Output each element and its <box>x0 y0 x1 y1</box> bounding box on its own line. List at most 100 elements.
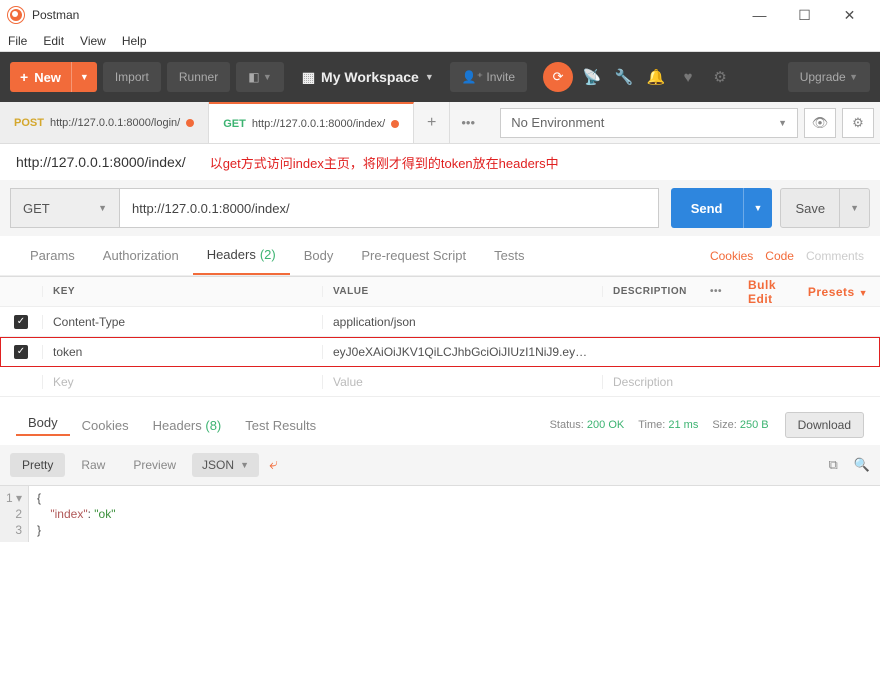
tab-url: http://127.0.0.1:8000/login/ <box>50 117 180 129</box>
headers-table: KEY VALUE DESCRIPTION ••• Bulk Edit Pres… <box>0 276 880 397</box>
cell-description-placeholder[interactable]: Description <box>602 375 880 389</box>
save-dropdown[interactable]: ▼ <box>839 189 869 227</box>
new-tab-button[interactable]: + <box>414 102 450 143</box>
line-gutter: 1 ▾23 <box>0 486 29 542</box>
environment-selector[interactable]: No Environment ▼ <box>500 108 798 138</box>
tab-overflow-button[interactable]: ••• <box>450 102 486 143</box>
cell-key-placeholder[interactable]: Key <box>42 375 322 389</box>
request-tab-index[interactable]: GET http://127.0.0.1:8000/index/ <box>209 102 414 143</box>
copy-icon[interactable]: ⧉ <box>829 457 838 473</box>
view-raw[interactable]: Raw <box>69 453 117 477</box>
status-block: Status: 200 OK <box>550 419 625 431</box>
window-titlebar: Postman — ☐ ✕ <box>0 0 880 30</box>
row-checkbox[interactable]: ✓ <box>14 315 28 329</box>
eye-icon: 👁 <box>812 115 829 131</box>
cell-value-placeholder[interactable]: Value <box>322 375 602 389</box>
tab-prerequest[interactable]: Pre-request Script <box>347 236 480 275</box>
response-toolbar: Pretty Raw Preview JSON ▼ ⤶ ⧉ 🔍 <box>0 445 880 485</box>
send-dropdown[interactable]: ▼ <box>743 188 773 228</box>
table-row[interactable]: ✓ Content-Type application/json <box>0 307 880 337</box>
resp-tab-testresults[interactable]: Test Results <box>233 418 328 433</box>
sync-button[interactable]: ⟳ <box>543 62 573 92</box>
workspace-grid-icon: ▦ <box>302 69 315 86</box>
comments-link[interactable]: Comments <box>806 249 864 263</box>
bulk-edit-link[interactable]: Bulk Edit <box>748 278 782 306</box>
cell-key[interactable]: token <box>42 345 322 359</box>
tab-params[interactable]: Params <box>16 236 89 275</box>
request-tabs-row: POST http://127.0.0.1:8000/login/ GET ht… <box>0 102 880 144</box>
maximize-button[interactable]: ☐ <box>782 0 827 30</box>
url-input[interactable]: http://127.0.0.1:8000/index/ <box>120 188 659 228</box>
resp-tab-headers[interactable]: Headers (8) <box>141 418 234 433</box>
format-label: JSON <box>202 458 234 472</box>
method-value: GET <box>23 201 50 216</box>
cell-value[interactable]: eyJ0eXAiOiJKV1QiLCJhbGciOiJIUzI1NiJ9.eyJ… <box>322 345 602 359</box>
col-value: VALUE <box>322 286 602 297</box>
tab-method: POST <box>14 117 44 129</box>
tab-url: http://127.0.0.1:8000/index/ <box>252 118 385 130</box>
bell-icon[interactable]: 🔔 <box>643 68 669 86</box>
wrap-line-icon[interactable]: ⤶ <box>269 456 278 474</box>
search-icon[interactable]: 🔍 <box>854 457 870 473</box>
close-button[interactable]: ✕ <box>827 0 872 30</box>
menu-file[interactable]: File <box>8 34 27 48</box>
menubar: File Edit View Help <box>0 30 880 52</box>
window-title: Postman <box>32 8 79 22</box>
table-row[interactable]: ✓ token eyJ0eXAiOiJKV1QiLCJhbGciOiJIUzI1… <box>0 337 880 367</box>
cookies-link[interactable]: Cookies <box>710 249 753 263</box>
method-selector[interactable]: GET ▼ <box>10 188 120 228</box>
resp-tab-cookies[interactable]: Cookies <box>70 418 141 433</box>
menu-edit[interactable]: Edit <box>43 34 64 48</box>
tab-headers-count: (2) <box>260 247 276 262</box>
open-new-button[interactable]: ◧ ▼ <box>236 62 284 92</box>
request-tab-login[interactable]: POST http://127.0.0.1:8000/login/ <box>0 102 209 143</box>
row-checkbox[interactable]: ✓ <box>14 345 28 359</box>
code-link[interactable]: Code <box>765 249 794 263</box>
resp-tab-headers-count: (8) <box>205 418 221 433</box>
view-pretty[interactable]: Pretty <box>10 453 65 477</box>
format-selector[interactable]: JSON ▼ <box>192 453 259 477</box>
heart-icon[interactable]: ♥ <box>675 69 701 86</box>
settings-gear-icon[interactable]: ⚙ <box>707 68 733 86</box>
tab-authorization[interactable]: Authorization <box>89 236 193 275</box>
request-bar: GET ▼ http://127.0.0.1:8000/index/ Send … <box>0 180 880 236</box>
cell-key[interactable]: Content-Type <box>42 315 322 329</box>
capture-icon[interactable]: 📡 <box>579 68 605 86</box>
resp-tab-body[interactable]: Body <box>16 415 70 436</box>
environment-quicklook-button[interactable]: 👁 <box>804 108 836 138</box>
wrench-icon[interactable]: 🔧 <box>611 68 637 86</box>
tab-tests[interactable]: Tests <box>480 236 538 275</box>
cell-value[interactable]: application/json <box>322 315 602 329</box>
more-options-button[interactable]: ••• <box>710 286 722 297</box>
environment-settings-button[interactable]: ⚙ <box>842 108 874 138</box>
invite-button[interactable]: 👤⁺ Invite <box>450 62 527 92</box>
new-button[interactable]: + New ▼ <box>10 62 97 92</box>
table-row-placeholder[interactable]: Key Value Description <box>0 367 880 397</box>
workspace-label: My Workspace <box>321 69 419 85</box>
menu-view[interactable]: View <box>80 34 106 48</box>
send-button[interactable]: Send ▼ <box>671 188 773 228</box>
runner-button[interactable]: Runner <box>167 62 230 92</box>
import-button[interactable]: Import <box>103 62 161 92</box>
request-title-row: http://127.0.0.1:8000/index/ 以get方式访问ind… <box>0 144 880 180</box>
unsaved-dot-icon <box>391 120 399 128</box>
presets-link[interactable]: Presets ▼ <box>808 285 868 299</box>
menu-help[interactable]: Help <box>122 34 147 48</box>
new-dropdown[interactable]: ▼ <box>71 62 97 92</box>
tab-headers[interactable]: Headers (2) <box>193 236 290 275</box>
gear-icon: ⚙ <box>852 115 864 131</box>
upgrade-button[interactable]: Upgrade ▼ <box>788 62 870 92</box>
view-preview[interactable]: Preview <box>121 453 188 477</box>
minimize-button[interactable]: — <box>737 0 782 30</box>
save-button[interactable]: Save ▼ <box>780 188 870 228</box>
request-inner-tabs: Params Authorization Headers (2) Body Pr… <box>0 236 880 276</box>
tab-body[interactable]: Body <box>290 236 348 275</box>
table-header-row: KEY VALUE DESCRIPTION ••• Bulk Edit Pres… <box>0 277 880 307</box>
download-button[interactable]: Download <box>785 412 864 438</box>
response-body-code[interactable]: 1 ▾23 { "index": "ok" } <box>0 485 880 542</box>
unsaved-dot-icon <box>186 119 194 127</box>
sync-icon: ⟳ <box>553 69 564 85</box>
code-content[interactable]: { "index": "ok" } <box>29 486 123 542</box>
tab-headers-label: Headers <box>207 247 256 262</box>
workspace-selector[interactable]: ▦ My Workspace ▼ <box>302 69 434 86</box>
